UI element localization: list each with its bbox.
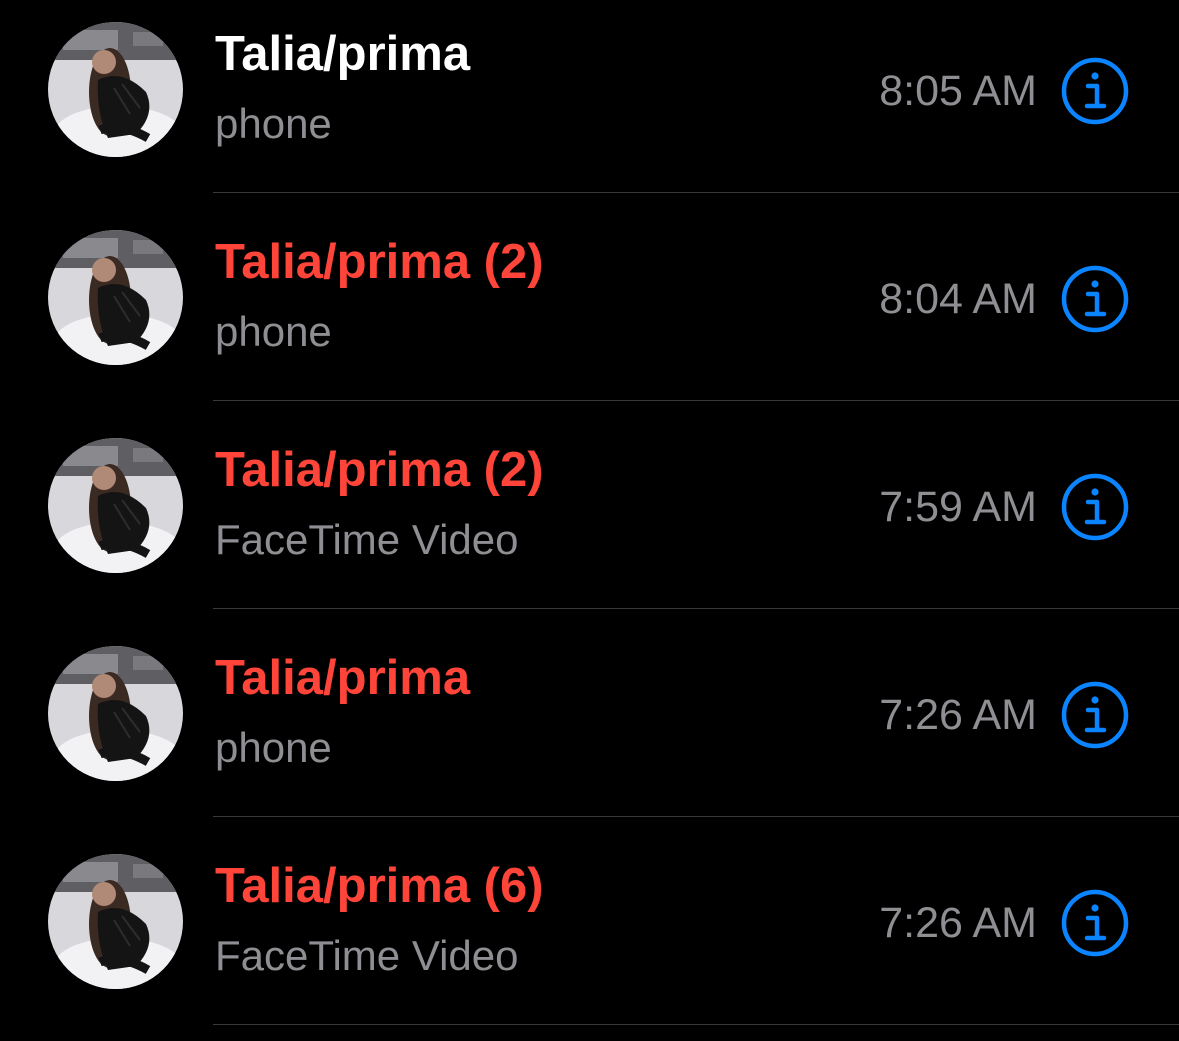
- call-row[interactable]: Talia/prima (2) phone 8:04 AM: [0, 208, 1179, 416]
- contact-name: Talia/prima (2): [215, 443, 544, 497]
- row-separator: [213, 400, 1179, 401]
- call-time: 7:59 AM: [879, 483, 1037, 531]
- contact-name: Talia/prima (6): [215, 859, 544, 913]
- row-separator: [213, 608, 1179, 609]
- contact-name: Talia/prima: [215, 27, 471, 81]
- call-type-label: phone: [215, 308, 332, 355]
- call-type-label: phone: [215, 100, 332, 147]
- call-time: 8:05 AM: [879, 67, 1037, 115]
- call-row[interactable]: Talia/prima phone 7:26 AM: [0, 624, 1179, 832]
- info-icon[interactable]: [1060, 472, 1130, 542]
- call-row[interactable]: Talia/prima (6) FaceTime Video 7:26 AM: [0, 832, 1179, 1040]
- contact-avatar: [48, 230, 183, 365]
- call-time: 8:04 AM: [879, 275, 1037, 323]
- info-icon[interactable]: [1060, 680, 1130, 750]
- call-row[interactable]: Talia/prima (2) FaceTime Video 7:59 AM: [0, 416, 1179, 624]
- row-separator: [213, 192, 1179, 193]
- row-separator: [213, 1024, 1179, 1025]
- contact-name: Talia/prima (2): [215, 235, 544, 289]
- contact-name: Talia/prima: [215, 651, 471, 705]
- contact-avatar: [48, 854, 183, 989]
- contact-avatar: [48, 22, 183, 157]
- info-icon[interactable]: [1060, 56, 1130, 126]
- call-time: 7:26 AM: [879, 691, 1037, 739]
- call-time: 7:26 AM: [879, 899, 1037, 947]
- call-type-label: phone: [215, 724, 332, 771]
- contact-avatar: [48, 438, 183, 573]
- recents-call-list: Talia/prima phone 8:05 AM Talia/prima (2…: [0, 0, 1179, 1041]
- call-row[interactable]: Talia/prima phone 8:05 AM: [0, 0, 1179, 208]
- contact-avatar: [48, 646, 183, 781]
- info-icon[interactable]: [1060, 264, 1130, 334]
- call-type-label: FaceTime Video: [215, 516, 519, 563]
- info-icon[interactable]: [1060, 888, 1130, 958]
- row-separator: [213, 816, 1179, 817]
- call-type-label: FaceTime Video: [215, 932, 519, 979]
